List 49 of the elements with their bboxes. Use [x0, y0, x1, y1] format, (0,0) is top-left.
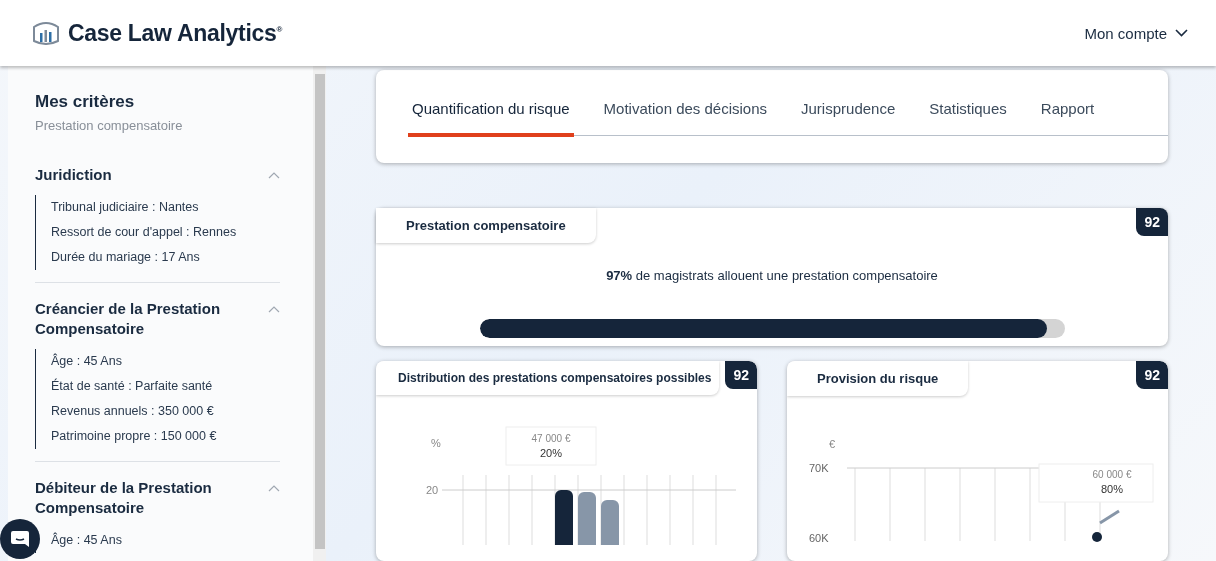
tooltip-amount: 60 000 € — [1092, 469, 1132, 480]
tooltip-share: 80% — [1101, 483, 1123, 495]
histogram-bar — [555, 490, 573, 545]
tooltip-share: 20% — [540, 447, 562, 459]
axis-tick-label: 20 — [426, 484, 439, 496]
histogram-bar — [601, 500, 619, 545]
tab[interactable]: Quantification du risque — [408, 96, 574, 137]
chart-point — [1092, 532, 1102, 542]
criterion-text: Patrimoine propre : 150 000 € — [51, 428, 218, 445]
chevron-up-icon[interactable] — [268, 305, 280, 313]
card-title: Prestation compensatoire — [376, 207, 596, 243]
tab[interactable]: Statistiques — [925, 96, 1011, 137]
section-title[interactable]: Juridiction — [35, 165, 235, 185]
section-title[interactable]: Débiteur de la Prestation Compensatoire — [35, 478, 235, 518]
criterion-text: Tribunal judiciaire : Nantes — [51, 199, 200, 216]
axis-unit: € — [829, 438, 836, 450]
chat-icon — [10, 530, 30, 548]
tab[interactable]: Rapport — [1036, 96, 1099, 137]
criterion-text: Âge : 45 Ans — [51, 352, 123, 370]
criterion-text: Revenus annuels : 350 000 € — [51, 403, 215, 420]
tooltip-amount: 47 000 € — [531, 433, 571, 444]
criterion-text: Ressort de cour d'appel : Rennes — [51, 224, 238, 241]
bar-chart-logo-icon — [32, 21, 60, 45]
criterion-text: Âge : 45 Ans — [51, 531, 123, 549]
axis-unit: % — [431, 437, 441, 449]
criterion-text: Durée du mariage : 17 Ans — [51, 249, 201, 266]
score-badge: 92 — [1136, 361, 1168, 389]
section-title[interactable]: Créancier de la Prestation Compensatoire — [35, 299, 235, 339]
logo-text: Case Law Analytics$^{®}$ — [68, 19, 283, 47]
card-title: Provision du risque — [787, 361, 969, 396]
sidebar-subtitle: Prestation compensatoire — [35, 118, 184, 133]
statement-text: 97% de magistrats allouent une prestation compensatoire — [605, 267, 939, 283]
tab[interactable]: Jurisprudence — [797, 96, 900, 137]
card-title: Distribution des prestations compensatoires possibles — [376, 361, 720, 395]
score-badge: 92 — [725, 361, 757, 389]
sidebar-title: Mes critères — [35, 92, 136, 112]
axis-tick-label: 70K — [809, 462, 829, 474]
score-badge: 92 — [1136, 207, 1168, 236]
tab[interactable]: Motivation des décisions — [599, 96, 772, 137]
histogram-bar — [578, 492, 596, 545]
chevron-up-icon[interactable] — [268, 484, 280, 492]
axis-tick-label: 60K — [809, 532, 829, 544]
chat-bubble-button[interactable] — [0, 519, 40, 559]
chevron-down-icon — [1175, 29, 1188, 37]
account-menu[interactable]: Mon compte — [1080, 20, 1192, 46]
criterion-text: État de santé : Parfaite santé — [51, 377, 214, 395]
chevron-up-icon[interactable] — [268, 171, 280, 179]
scrollbar-thumb[interactable] — [314, 74, 325, 549]
chart-line — [1099, 509, 1120, 525]
